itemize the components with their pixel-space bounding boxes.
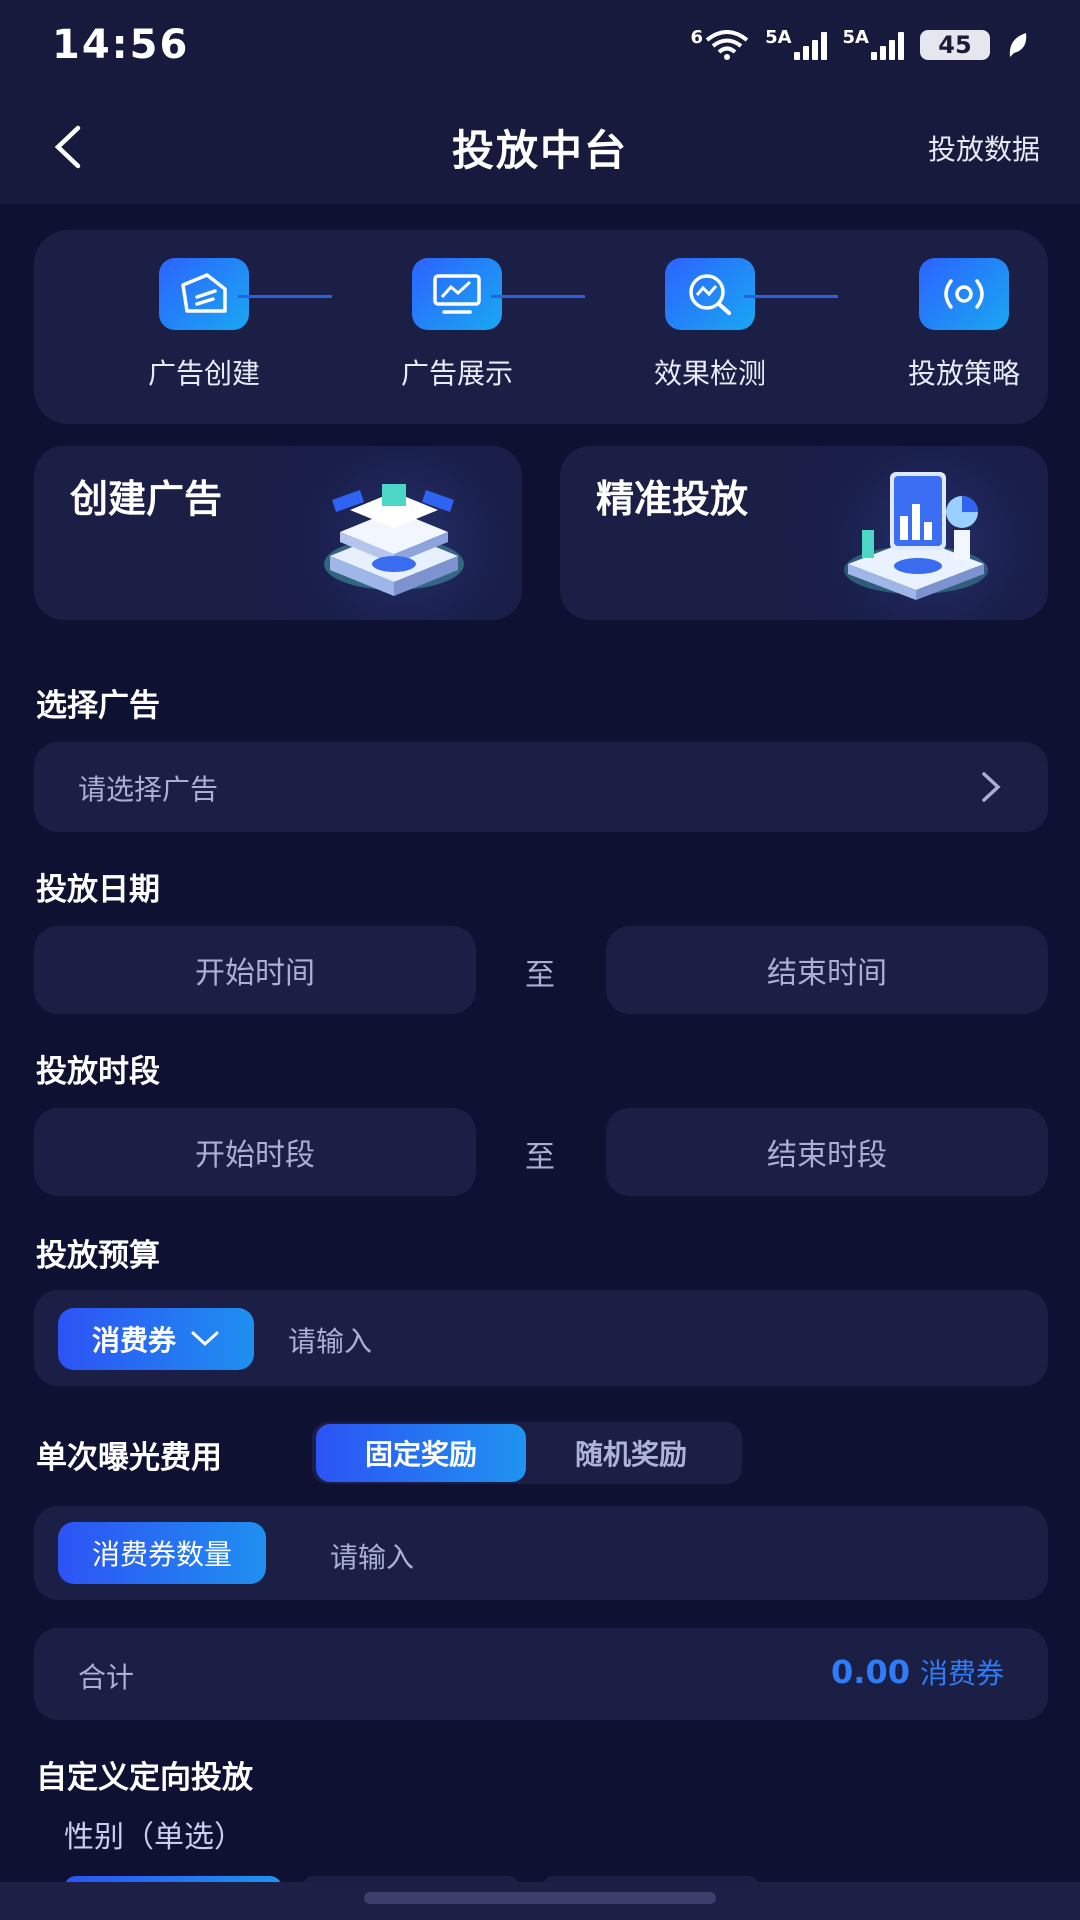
sim2-label: 5A [842, 27, 869, 48]
select-ad-placeholder: 请选择广告 [78, 773, 219, 806]
precise-delivery-card[interactable]: 精准投放 [560, 446, 1048, 620]
total-amount: 0.00 消费券 [831, 1652, 1004, 1692]
budget-type-label: 消费券 [91, 1324, 176, 1357]
delivery-data-link[interactable]: 投放数据 [928, 128, 1040, 168]
status-icons: 6 5A 5A 45 [690, 27, 1028, 60]
wifi-badge: 6 [690, 27, 704, 48]
date-range-separator: 至 [525, 958, 555, 993]
voucher-quantity-input[interactable]: 请输入 [330, 1536, 414, 1576]
step-connector [238, 295, 332, 298]
status-bar: 14:56 6 5A 5A 45 [0, 0, 1080, 90]
back-button[interactable] [50, 120, 100, 174]
total-label: 合计 [78, 1661, 135, 1694]
reward-type-segmented-control: 固定奖励 随机奖励 [312, 1422, 742, 1484]
broadcast-icon [919, 258, 1009, 330]
battery-level: 45 [938, 31, 972, 59]
search-trend-icon [665, 258, 755, 330]
create-ad-title: 创建广告 [70, 477, 223, 521]
sim1-label: 5A [765, 27, 792, 48]
home-indicator[interactable] [364, 1892, 716, 1904]
step-ad-display[interactable]: 广告展示 [357, 258, 557, 392]
tab-random-reward[interactable]: 随机奖励 [526, 1424, 736, 1482]
chevron-left-icon [54, 125, 81, 169]
step-label: 投放策略 [907, 357, 1020, 390]
process-steps-card: 广告创建 广告展示 效果检测 投放策略 [34, 230, 1048, 424]
budget-title: 投放预算 [36, 1238, 160, 1274]
nav-bar: 投放中台 投放数据 [0, 90, 1080, 204]
precise-delivery-title: 精准投放 [596, 477, 749, 521]
chart-platform-illustration [786, 446, 1048, 620]
step-delivery-strategy[interactable]: 投放策略 [864, 258, 1064, 392]
step-label: 广告展示 [400, 357, 513, 390]
end-time-picker[interactable]: 结束时间 [606, 926, 1048, 1014]
step-label: 广告创建 [147, 357, 260, 390]
delivery-date-title: 投放日期 [36, 872, 160, 908]
stacked-layers-illustration [260, 446, 522, 620]
ad-create-icon [159, 258, 249, 330]
voucher-quantity-field: 消费券数量 请输入 [34, 1506, 1048, 1600]
page-title: 投放中台 [451, 125, 628, 175]
budget-input[interactable]: 请输入 [288, 1320, 372, 1360]
battery-icon: 45 [920, 30, 990, 60]
wifi-icon: 6 [690, 27, 750, 60]
select-ad-title: 选择广告 [36, 688, 160, 724]
chevron-down-icon [191, 1331, 219, 1347]
chevron-right-icon [982, 772, 1001, 802]
start-time-picker[interactable]: 开始时间 [34, 926, 476, 1014]
voucher-quantity-label: 消费券数量 [58, 1522, 266, 1584]
leaf-icon [1009, 33, 1027, 57]
gesture-bar [0, 1882, 1080, 1920]
create-ad-card[interactable]: 创建广告 [34, 446, 522, 620]
select-ad-field[interactable]: 请选择广告 [34, 742, 1048, 832]
total-value: 0.00 [831, 1653, 910, 1691]
monitor-chart-icon [412, 258, 502, 330]
step-effect-detect[interactable]: 效果检测 [610, 258, 810, 392]
status-time: 14:56 [52, 22, 190, 68]
signal-icon-sim1: 5A [765, 27, 827, 60]
delivery-period-title: 投放时段 [36, 1054, 160, 1090]
step-ad-create[interactable]: 广告创建 [104, 258, 304, 392]
period-range-separator: 至 [525, 1140, 555, 1175]
step-connector [744, 295, 838, 298]
signal-icon-sim2: 5A [842, 27, 904, 60]
custom-targeting-title: 自定义定向投放 [36, 1760, 253, 1796]
tab-fixed-reward[interactable]: 固定奖励 [316, 1424, 526, 1482]
gender-label: 性别（单选） [64, 1820, 244, 1855]
exposure-cost-title: 单次曝光费用 [36, 1440, 222, 1476]
start-period-picker[interactable]: 开始时段 [34, 1108, 476, 1196]
total-row: 合计 0.00 消费券 [34, 1628, 1048, 1720]
budget-type-dropdown[interactable]: 消费券 [58, 1308, 254, 1370]
total-unit: 消费券 [919, 1657, 1004, 1690]
step-connector [491, 295, 585, 298]
budget-field: 消费券 请输入 [34, 1290, 1048, 1386]
step-label: 效果检测 [653, 357, 766, 390]
end-period-picker[interactable]: 结束时段 [606, 1108, 1048, 1196]
